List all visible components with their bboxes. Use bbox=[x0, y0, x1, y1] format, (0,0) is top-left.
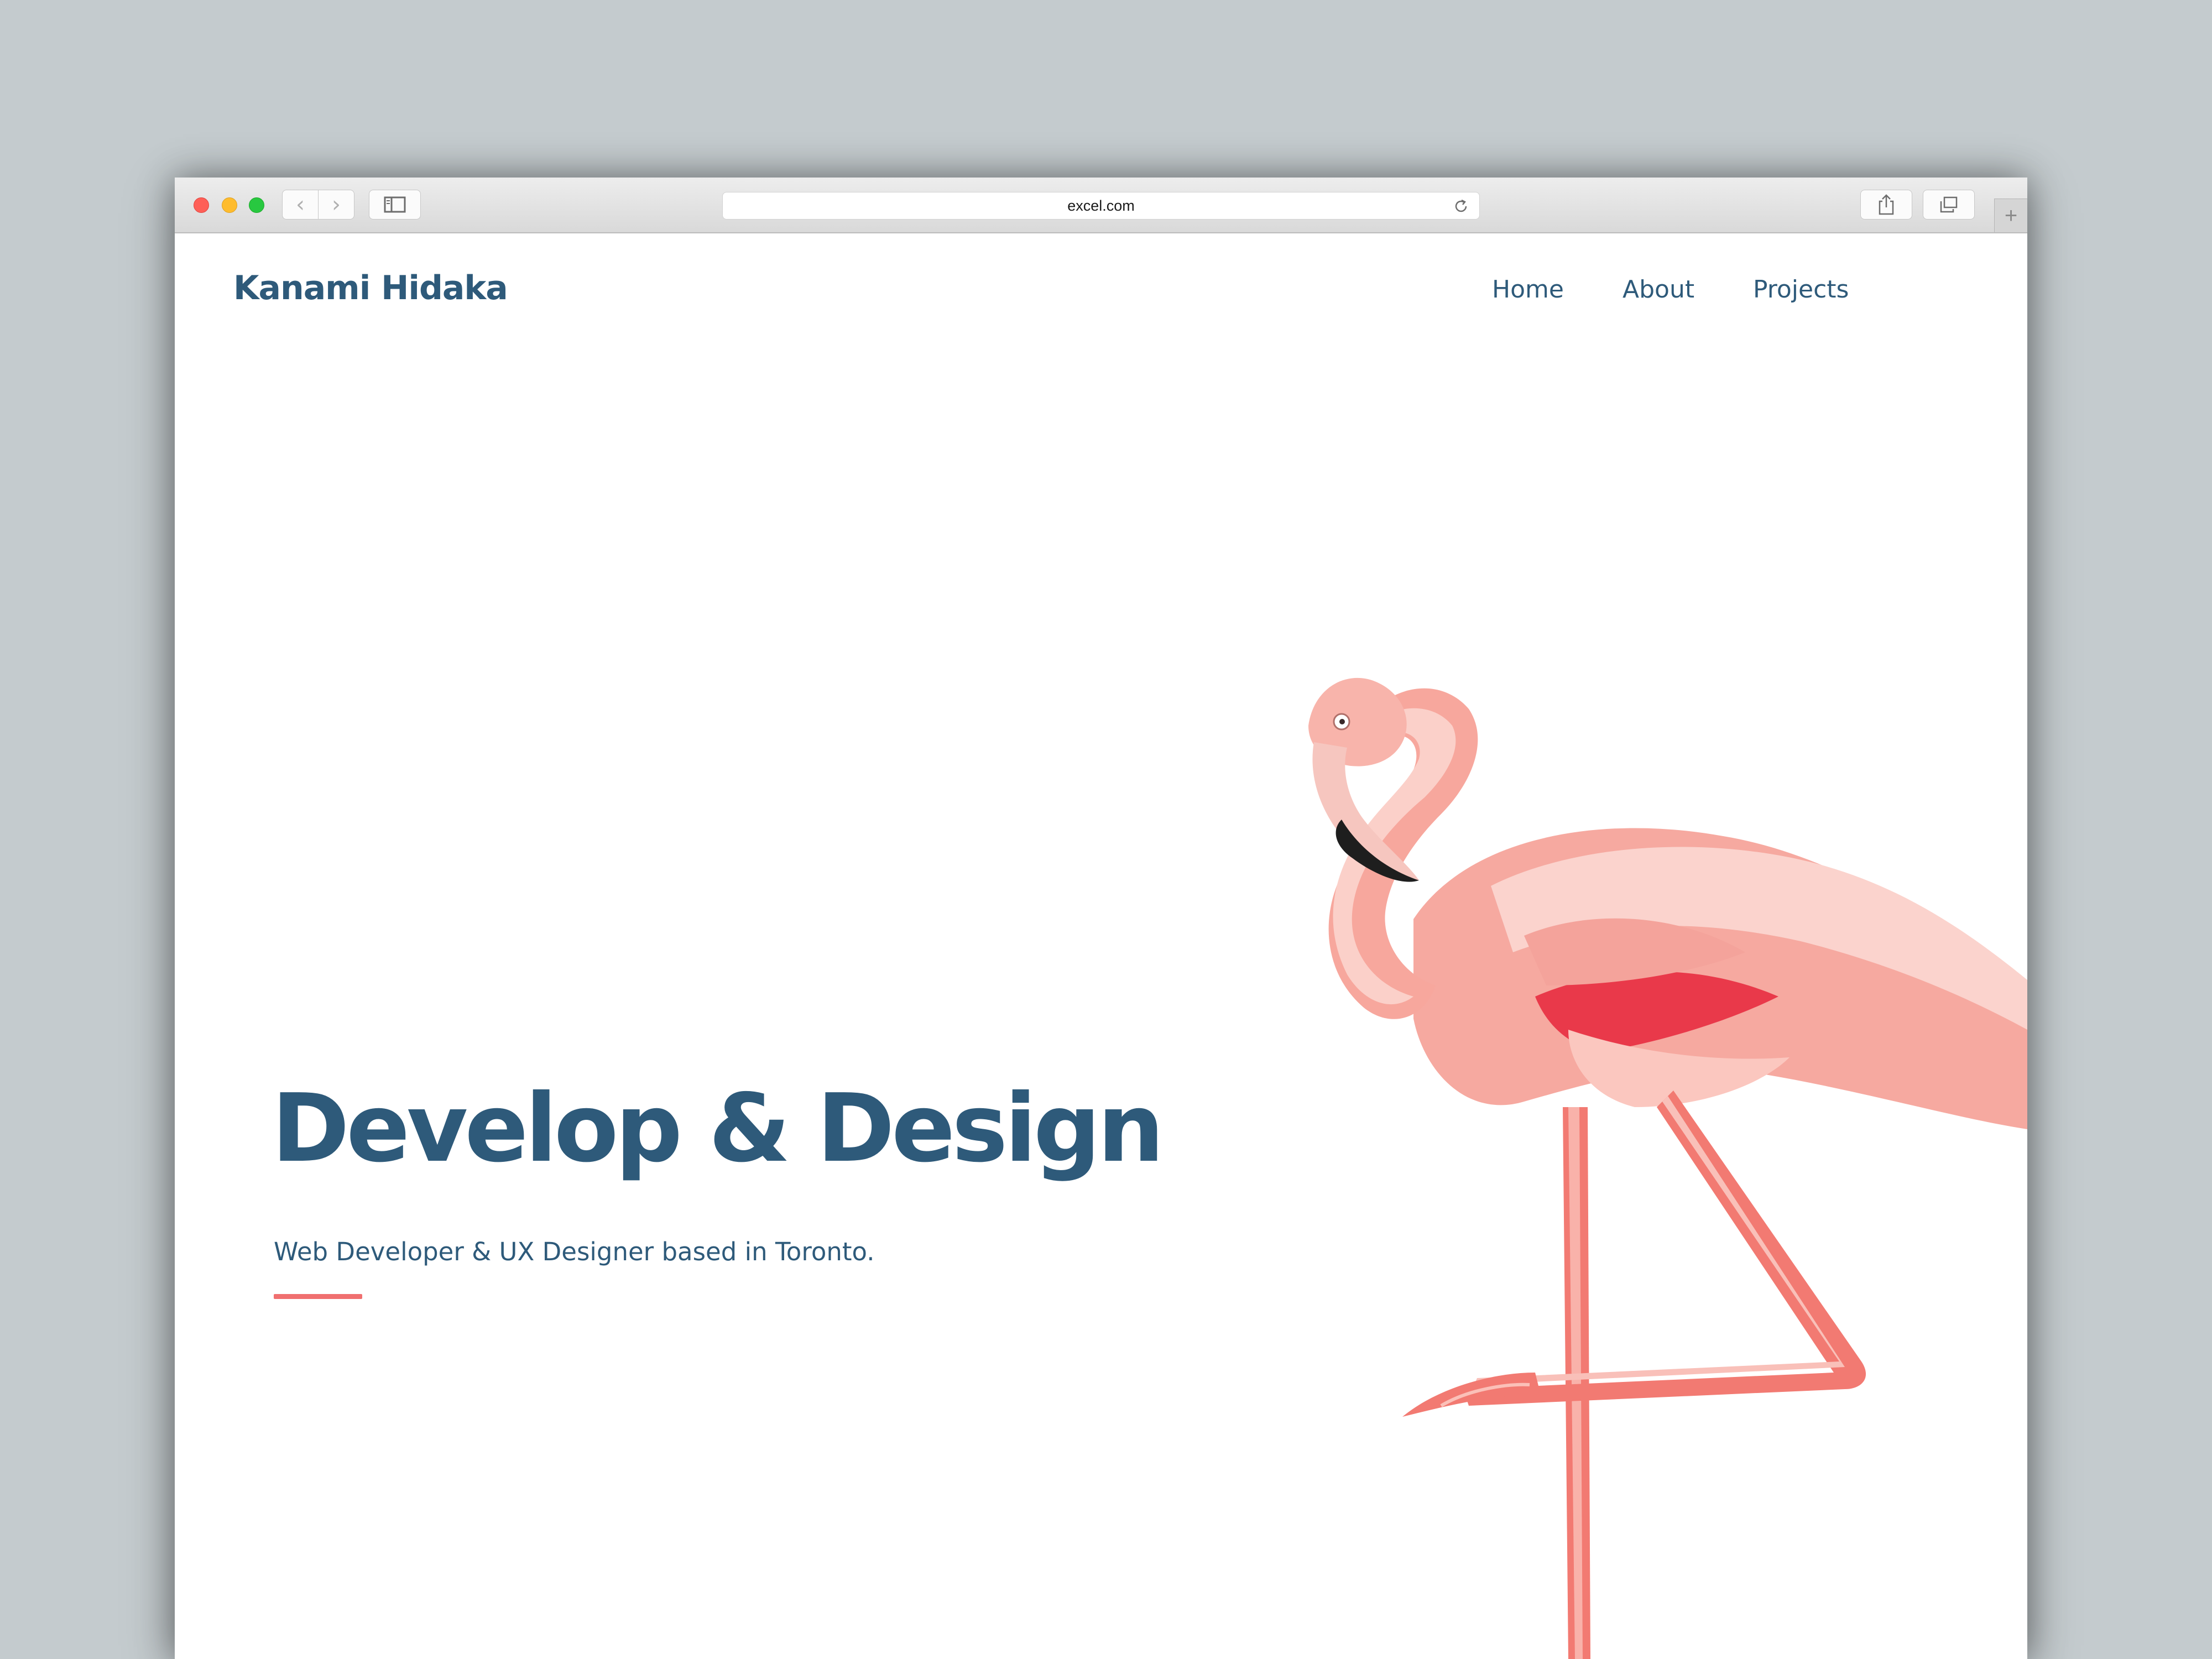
browser-toolbar: ‹ › excel.com + bbox=[175, 178, 2027, 233]
tabs-overview-button[interactable] bbox=[1923, 190, 1975, 220]
flamingo-illustration bbox=[1308, 677, 2027, 1659]
forward-button[interactable]: › bbox=[318, 190, 354, 220]
main-navigation: Home About Projects bbox=[175, 275, 2027, 314]
share-button[interactable] bbox=[1860, 190, 1912, 220]
reload-icon[interactable] bbox=[1452, 197, 1470, 216]
new-tab-button[interactable]: + bbox=[1994, 199, 2027, 232]
tabs-overview-icon bbox=[1940, 196, 1958, 213]
share-icon bbox=[1879, 194, 1894, 215]
minimize-window-button[interactable] bbox=[222, 197, 237, 213]
chevron-right-icon: › bbox=[332, 192, 341, 217]
browser-window: ‹ › excel.com + Kanami Hidaka Home About… bbox=[175, 178, 2027, 1659]
back-button[interactable]: ‹ bbox=[282, 190, 319, 220]
nav-link-home[interactable]: Home bbox=[1492, 275, 1564, 304]
nav-link-about[interactable]: About bbox=[1623, 275, 1694, 304]
sidebar-toggle-button[interactable] bbox=[369, 190, 421, 220]
address-bar[interactable]: excel.com bbox=[722, 192, 1480, 220]
hero-subtitle: Web Developer & UX Designer based in Tor… bbox=[274, 1237, 875, 1266]
plus-icon: + bbox=[2004, 203, 2018, 228]
sidebar-icon bbox=[384, 196, 406, 213]
nav-link-projects[interactable]: Projects bbox=[1753, 275, 1849, 304]
close-window-button[interactable] bbox=[194, 197, 209, 213]
web-page: Kanami Hidaka Home About Projects Develo… bbox=[175, 233, 2027, 1659]
accent-underline bbox=[274, 1294, 362, 1299]
chevron-left-icon: ‹ bbox=[296, 192, 305, 217]
url-text: excel.com bbox=[1067, 197, 1135, 214]
hero-title: Develop & Design bbox=[272, 1074, 1164, 1183]
maximize-window-button[interactable] bbox=[249, 197, 264, 213]
